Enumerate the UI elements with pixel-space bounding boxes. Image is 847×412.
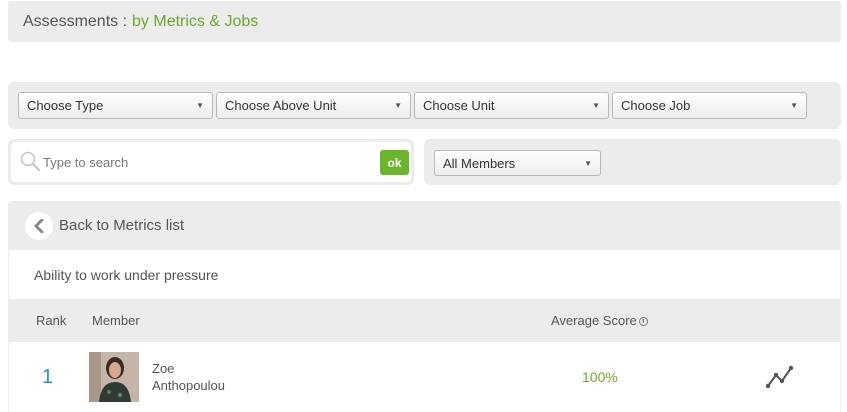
- page-title-prefix: Assessments :: [23, 12, 128, 30]
- choose-job-label: Choose Job: [621, 98, 691, 113]
- member-first-name: Zoe: [152, 361, 175, 376]
- info-icon[interactable]: i: [638, 317, 648, 327]
- member-photo: [89, 352, 139, 402]
- members-filter-bar: All Members ▼: [424, 139, 841, 185]
- back-to-metrics-label: Back to Metrics list: [59, 217, 185, 234]
- trend-chart-icon[interactable]: [765, 364, 795, 390]
- choose-unit-label: Choose Unit: [423, 98, 495, 113]
- choose-above-unit-select[interactable]: Choose Above Unit ▼: [216, 92, 411, 119]
- choose-type-select[interactable]: Choose Type ▼: [18, 92, 213, 119]
- metric-results-panel: Back to Metrics list Ability to work und…: [8, 201, 841, 412]
- chevron-down-icon: ▼: [584, 159, 592, 168]
- page-header: Assessments : by Metrics & Jobs: [8, 1, 841, 42]
- back-to-metrics-link[interactable]: Back to Metrics list: [8, 201, 841, 250]
- column-member: Member: [92, 313, 140, 328]
- search-icon: [20, 151, 41, 172]
- chevron-down-icon: ▼: [592, 101, 600, 110]
- chevron-down-icon: ▼: [196, 101, 204, 110]
- filters-bar: Choose Type ▼ Choose Above Unit ▼ Choose…: [8, 82, 841, 129]
- members-select-label: All Members: [443, 155, 516, 171]
- chevron-down-icon: ▼: [790, 101, 798, 110]
- search-input[interactable]: [43, 150, 373, 174]
- choose-job-select[interactable]: Choose Job ▼: [612, 92, 807, 119]
- metric-name: Ability to work under pressure: [9, 250, 840, 299]
- member-name[interactable]: Zoe Anthopoulou: [152, 360, 225, 394]
- choose-above-unit-label: Choose Above Unit: [225, 98, 337, 113]
- table-row[interactable]: 1 Zoe Anthopoulou 100%: [9, 342, 840, 412]
- search-bar: ok: [8, 139, 414, 185]
- table-header: Rank Member Average Score i: [8, 299, 841, 342]
- members-select[interactable]: All Members ▼: [434, 150, 601, 176]
- choose-unit-select[interactable]: Choose Unit ▼: [414, 92, 609, 119]
- member-rank: 1: [42, 366, 54, 388]
- column-average-score-label: Average Score: [551, 313, 637, 328]
- member-last-name: Anthopoulou: [152, 378, 226, 393]
- search-box: ok: [11, 142, 411, 182]
- choose-type-label: Choose Type: [27, 98, 104, 113]
- column-average-score: Average Score i: [551, 313, 648, 328]
- back-button[interactable]: [25, 211, 53, 240]
- page-title-section: by Metrics & Jobs: [132, 12, 259, 30]
- average-score-value: 100%: [582, 369, 618, 385]
- search-ok-button[interactable]: ok: [380, 150, 409, 175]
- avatar: [89, 352, 139, 402]
- chevron-down-icon: ▼: [394, 101, 402, 110]
- column-rank: Rank: [36, 313, 67, 328]
- chevron-left-icon: [34, 218, 44, 233]
